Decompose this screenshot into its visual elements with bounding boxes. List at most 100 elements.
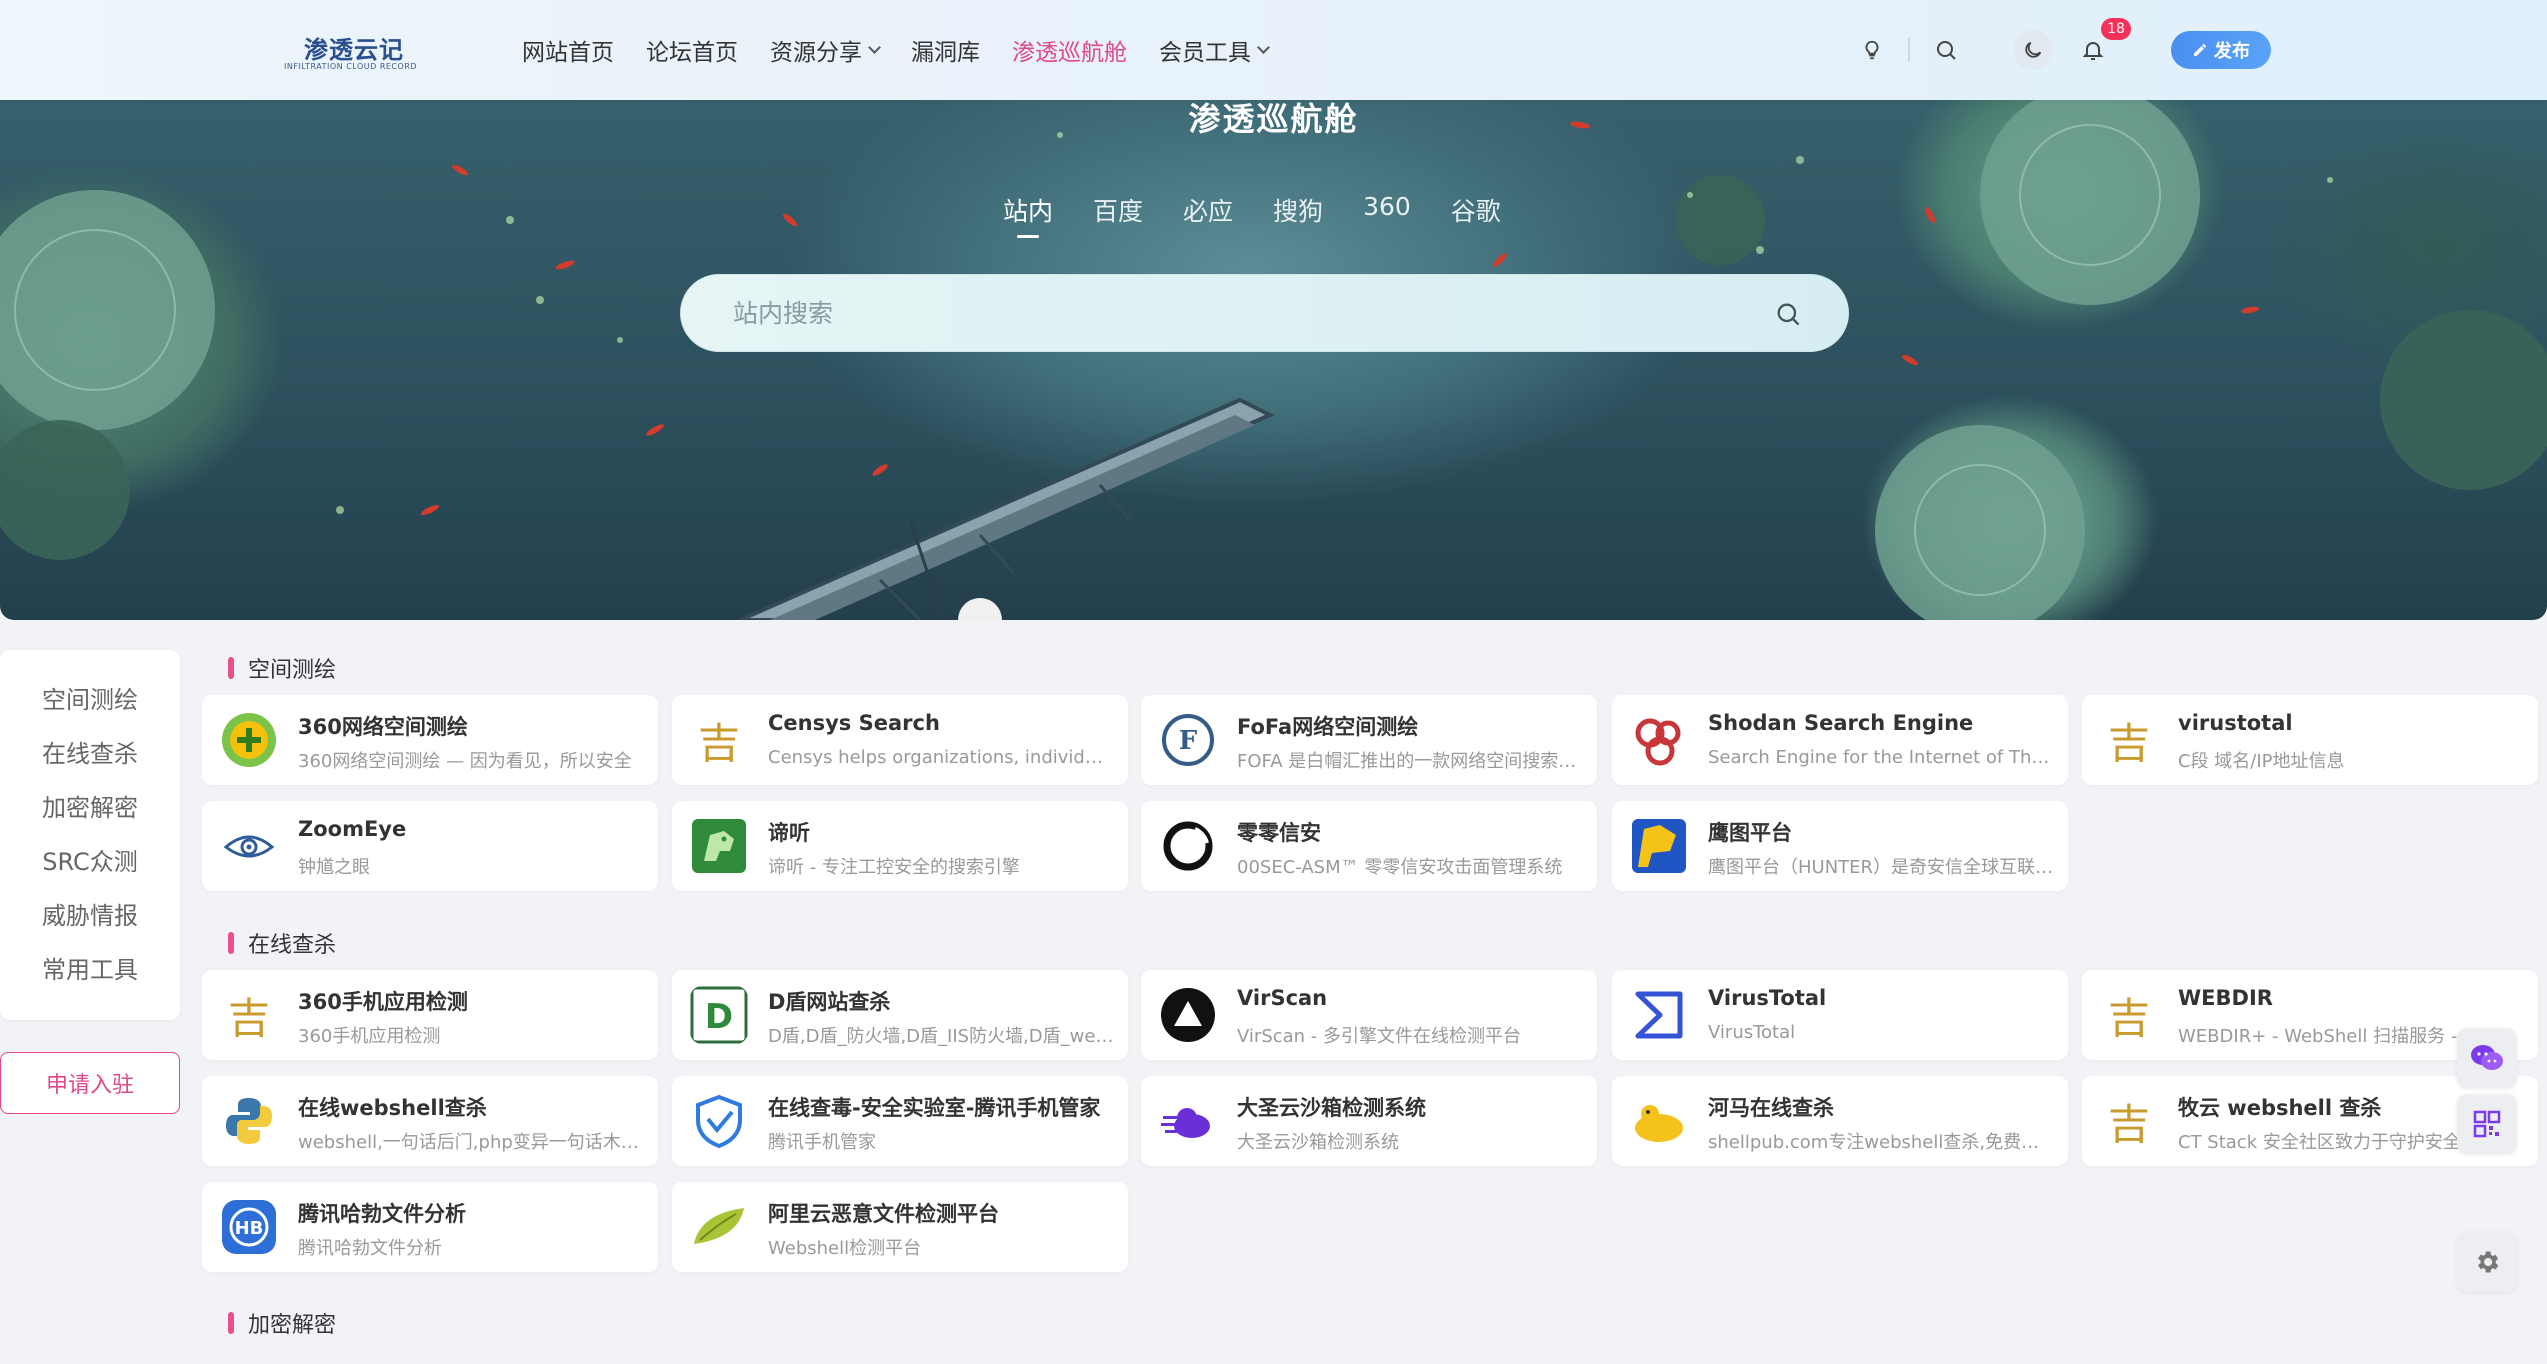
pencil-icon	[2194, 44, 2206, 56]
site-card-desc: Webshell检测平台	[768, 1238, 922, 1259]
search-tab-2[interactable]: 必应	[1183, 192, 1233, 238]
site-card-desc: D盾,D盾_防火墙,D盾_IIS防火墙,D盾_web查杀	[768, 1026, 1114, 1047]
virustotal-sigma-icon	[1630, 986, 1688, 1044]
site-card-desc: 鹰图平台（HUNTER）是奇安信全球互联网测绘平台	[1708, 857, 2054, 878]
site-card-desc: VirScan - 多引擎文件在线检测平台	[1237, 1026, 1522, 1047]
site-card-name: WEBDIR	[2178, 986, 2273, 1010]
site-card[interactable]: 零零信安 00SEC-ASM™ 零零信安攻击面管理系统	[1141, 801, 1597, 891]
section-title-label: 在线查杀	[248, 933, 337, 958]
nav-item-3[interactable]: 漏洞库	[911, 33, 980, 67]
site-card-desc: FOFA 是白帽汇推出的一款网络空间搜索引擎	[1237, 751, 1583, 772]
svg-text:HB: HB	[235, 1218, 264, 1239]
nav-item-0[interactable]: 网站首页	[522, 33, 614, 67]
aliyun-leaf-icon	[690, 1198, 748, 1256]
ji-icon: 吉	[227, 993, 270, 1043]
site-card[interactable]: 在线查毒-安全实验室-腾讯手机管家 腾讯手机管家	[672, 1076, 1128, 1166]
site-card[interactable]: Shodan Search Engine Search Engine for th…	[1612, 695, 2068, 785]
sidebar-item-5[interactable]: 常用工具	[0, 940, 180, 994]
site-card-desc: 腾讯哈勃文件分析	[298, 1238, 442, 1259]
site-card[interactable]: 360网络空间测绘 360网络空间测绘 — 因为看见，所以安全	[202, 695, 658, 785]
site-card-desc: 腾讯手机管家	[768, 1132, 876, 1153]
hero-title: 渗透巡航舱	[1188, 100, 1359, 138]
site-card-desc: Search Engine for the Internet of Things	[1708, 747, 2054, 768]
site-card[interactable]: ZoomEye 钟馗之眼	[202, 801, 658, 891]
site-card[interactable]: 吉 virustotal C段 域名/IP地址信息	[2082, 695, 2538, 785]
site-card-desc: Censys helps organizations, individuals,…	[768, 747, 1114, 768]
site-card-name: Censys Search	[768, 711, 940, 735]
site-card[interactable]: VirusTotal VirusTotal	[1612, 970, 2068, 1060]
habo-icon: HB	[220, 1198, 278, 1256]
search-icon[interactable]	[1926, 30, 1966, 70]
sidebar-item-1[interactable]: 在线查杀	[0, 724, 180, 778]
site-card[interactable]: 鹰图平台鹰图平台（HUNTER）是奇安信全球互联网测绘平台	[1612, 801, 2068, 891]
site-card[interactable]: D D盾网站查杀 D盾,D盾_防火墙,D盾_IIS防火墙,D盾_web查杀	[672, 970, 1128, 1060]
site-card[interactable]: 阿里云恶意文件检测平台 Webshell检测平台	[672, 1182, 1128, 1272]
site-card[interactable]: 吉 Censys Search Censys helps organizations…	[672, 695, 1128, 785]
wechat-icon[interactable]	[2457, 1028, 2517, 1088]
nav-item-4[interactable]: 渗透巡航舱	[1012, 33, 1127, 67]
site-card[interactable]: HB 腾讯哈勃文件分析 腾讯哈勃文件分析	[202, 1182, 658, 1272]
search-submit-icon[interactable]	[1768, 294, 1808, 334]
search-tab-0[interactable]: 站内	[1003, 192, 1053, 238]
site-card-name: 腾讯哈勃文件分析	[298, 1202, 466, 1226]
boat-illustration	[739, 397, 1275, 620]
site-card[interactable]: 河马在线查杀 shellpub.com专注webshell查杀,免费查杀工具	[1612, 1076, 2068, 1166]
apply-join-button[interactable]: 申请入驻	[0, 1052, 180, 1114]
section-title: 在线查杀	[228, 927, 336, 959]
site-card[interactable]: 吉 360手机应用检测 360手机应用检测	[202, 970, 658, 1060]
site-card[interactable]: 在线webshell查杀 webshell,一句话后门,php变异一句话木马检测	[202, 1076, 658, 1166]
lightbulb-icon[interactable]	[1852, 30, 1892, 70]
qrcode-icon[interactable]	[2457, 1094, 2517, 1154]
site-card-name: 零零信安	[1237, 821, 1321, 845]
hippo-icon	[1630, 1092, 1688, 1150]
search-input[interactable]	[733, 275, 1733, 351]
360-plus-icon	[220, 711, 278, 769]
section-accent-bar	[228, 1312, 234, 1334]
tencent-shield-icon	[690, 1092, 748, 1150]
sidebar-item-3[interactable]: SRC众测	[0, 832, 180, 886]
search-tab-1[interactable]: 百度	[1093, 192, 1143, 238]
site-card-name: 在线查毒-安全实验室-腾讯手机管家	[768, 1096, 1101, 1120]
nav-item-1[interactable]: 论坛首页	[646, 33, 738, 67]
site-card-name: 360网络空间测绘	[298, 715, 468, 739]
site-card-name: 阿里云恶意文件检测平台	[768, 1202, 999, 1226]
ji-icon: 吉	[2107, 718, 2150, 768]
search-tab-5[interactable]: 谷歌	[1451, 192, 1501, 238]
sidebar-item-2[interactable]: 加密解密	[0, 778, 180, 832]
moon-icon[interactable]	[2013, 30, 2053, 70]
site-card-name: VirusTotal	[1708, 986, 1827, 1010]
category-sidebar: 空间测绘 在线查杀 加密解密 SRC众测 威胁情报 常用工具	[0, 650, 180, 1020]
publish-label: 发布	[2214, 41, 2250, 62]
fofa-icon: F	[1159, 711, 1217, 769]
sidebar-item-4[interactable]: 威胁情报	[0, 886, 180, 940]
section-title-label: 加密解密	[248, 1313, 337, 1338]
hunter-icon	[1630, 817, 1688, 875]
site-card-desc: 360网络空间测绘 — 因为看见，所以安全	[298, 751, 632, 772]
svg-text:F: F	[1179, 726, 1198, 756]
search-engine-tabs: 站内 百度 必应 搜狗 360 谷歌	[1003, 192, 1501, 238]
ji-icon: 吉	[2107, 1099, 2150, 1149]
site-logo[interactable]: 渗透云记 INFILTRATION CLOUD RECORD	[284, 30, 417, 74]
sidebar-item-0[interactable]: 空间测绘	[0, 670, 180, 724]
main-nav: 网站首页 论坛首页 资源分享 漏洞库 渗透巡航舱 会员工具	[522, 0, 1270, 100]
site-card-name: 鹰图平台	[1708, 821, 1792, 845]
site-search-box	[680, 274, 1849, 352]
site-card[interactable]: F FoFa网络空间测绘 FOFA 是白帽汇推出的一款网络空间搜索引擎	[1141, 695, 1597, 785]
publish-button[interactable]: 发布	[2171, 31, 2271, 69]
site-card[interactable]: 大圣云沙箱检测系统 大圣云沙箱检测系统	[1141, 1076, 1597, 1166]
zoomeye-eye-icon	[220, 817, 278, 875]
section-accent-bar	[228, 932, 234, 954]
site-card-desc: 大圣云沙箱检测系统	[1237, 1132, 1399, 1153]
site-card[interactable]: 谛听 谛听 - 专注工控安全的搜索引擎	[672, 801, 1128, 891]
nav-item-label: 会员工具	[1159, 40, 1251, 66]
search-tab-4[interactable]: 360	[1363, 192, 1411, 238]
site-card[interactable]: VirScan VirScan - 多引擎文件在线检测平台	[1141, 970, 1597, 1060]
site-card-name: 谛听	[768, 821, 810, 845]
search-tab-3[interactable]: 搜狗	[1273, 192, 1323, 238]
nav-item-5[interactable]: 会员工具	[1159, 33, 1270, 67]
settings-gear-icon[interactable]	[2457, 1232, 2517, 1292]
section-accent-bar	[228, 657, 234, 679]
site-card-desc: 00SEC-ASM™ 零零信安攻击面管理系统	[1237, 857, 1563, 878]
nav-item-2[interactable]: 资源分享	[770, 33, 881, 67]
site-card-name: virustotal	[2178, 711, 2293, 735]
